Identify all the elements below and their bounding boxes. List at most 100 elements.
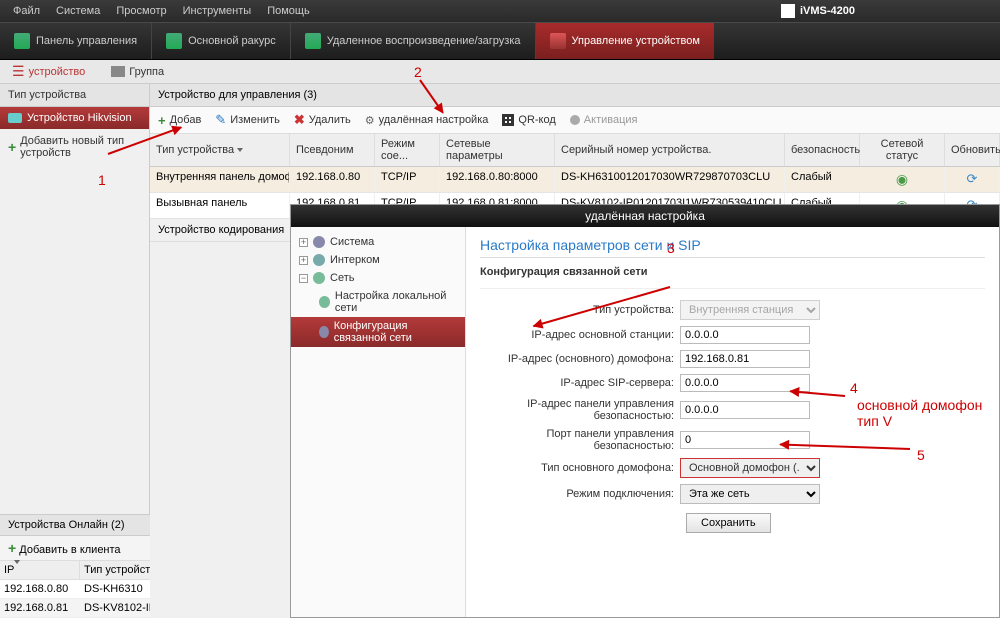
tab-label: Управление устройством xyxy=(572,35,700,47)
expand-icon[interactable]: + xyxy=(299,256,308,265)
playback-icon xyxy=(305,33,321,49)
gear-icon xyxy=(313,236,325,248)
tree-network[interactable]: − Сеть xyxy=(291,269,465,287)
lbl-device-type: Тип устройства: xyxy=(480,304,680,316)
btn-label: Активация xyxy=(584,114,638,126)
activate-icon xyxy=(570,115,580,125)
remote-tree: + Система + Интерком − Сеть Настройка локал… xyxy=(291,227,466,617)
gear-icon xyxy=(319,326,329,338)
lbl-mode: Режим подключения: xyxy=(480,488,680,500)
collapse-icon[interactable]: − xyxy=(299,274,308,283)
cell-net: 192.168.0.80:8000 xyxy=(440,167,555,192)
annotation-2: 2 xyxy=(414,64,422,80)
col-conn[interactable]: Режим сое... xyxy=(375,134,440,166)
col-label: IP xyxy=(4,564,14,576)
delete-icon: ✖ xyxy=(294,112,305,128)
btn-delete[interactable]: ✖ Удалить xyxy=(294,112,351,128)
sort-icon xyxy=(237,148,243,152)
content-header: Устройство для управления (3) xyxy=(150,84,1000,107)
lbl-door-ip: IP-адрес (основного) домофона: xyxy=(480,353,680,365)
plus-icon: + xyxy=(158,113,166,128)
annotation-4: 4 xyxy=(850,380,858,396)
lbl-sip-ip: IP-адрес SIP-сервера: xyxy=(480,377,680,389)
subtab-device[interactable]: ☰устройство xyxy=(6,60,91,83)
cell-type: Вызывная панель xyxy=(150,193,290,218)
col-status[interactable]: Сетевой статус xyxy=(860,134,945,166)
app-title-text: iVMS-4200 xyxy=(800,5,855,17)
btn-save[interactable]: Сохранить xyxy=(686,513,771,533)
col-serial[interactable]: Серийный номер устройства. xyxy=(555,134,785,166)
tree-linked-net[interactable]: Конфигурация связанной сети xyxy=(291,317,465,347)
annotation-1: 1 xyxy=(98,172,106,188)
lbl-sec-ip: IP-адрес панели управления безопасностью… xyxy=(480,398,680,422)
col-device-type[interactable]: Тип устройства xyxy=(150,134,290,166)
tree-label: Система xyxy=(330,236,374,248)
device-row[interactable]: Внутренняя панель домофона 192.168.0.80 … xyxy=(150,167,1000,193)
menu-view[interactable]: Просмотр xyxy=(108,2,174,20)
menu-tools[interactable]: Инструменты xyxy=(175,2,260,20)
col-security[interactable]: безопасность xyxy=(785,134,860,166)
online-ip: 192.168.0.80 xyxy=(0,580,80,598)
monitor-icon xyxy=(166,33,182,49)
qr-icon xyxy=(502,114,514,126)
sidebar-header: Тип устройства xyxy=(0,84,149,107)
menu-system[interactable]: Система xyxy=(48,2,108,20)
input-sec-port[interactable] xyxy=(680,431,810,449)
lbl-main-type: Тип основного домофона: xyxy=(480,462,680,474)
tab-label: Удаленное воспроизведение/загрузка xyxy=(327,35,521,47)
col-alias[interactable]: Псевдоним xyxy=(290,134,375,166)
tree-label: Интерком xyxy=(330,254,380,266)
select-device-type: Внутренняя станция xyxy=(680,300,820,320)
sidebar-item-hikvision[interactable]: Устройство Hikvision xyxy=(0,107,149,130)
content: Устройство для управления (3) +Добав ✎Из… xyxy=(150,84,1000,618)
col-refresh[interactable]: Обновить xyxy=(945,134,1000,166)
grid-icon xyxy=(14,33,30,49)
top-menu: Файл Система Просмотр Инструменты Помощь… xyxy=(0,0,1000,22)
btn-activate[interactable]: Активация xyxy=(570,114,638,126)
plus-icon: + xyxy=(8,139,16,155)
online-ip: 192.168.0.81 xyxy=(0,599,80,617)
annotation-3: 3 xyxy=(667,240,675,256)
expand-icon[interactable]: + xyxy=(299,238,308,247)
tree-intercom[interactable]: + Интерком xyxy=(291,251,465,269)
subtab-bar: ☰устройство Группа xyxy=(0,60,1000,84)
input-sec-ip[interactable] xyxy=(680,401,810,419)
btn-edit[interactable]: ✎ Изменить xyxy=(215,112,280,128)
sort-icon xyxy=(14,560,20,576)
tab-device-mgmt[interactable]: Управление устройством xyxy=(536,23,714,59)
server-icon: ☰ xyxy=(12,63,25,80)
device-toolbar: +Добав ✎Изменить ✖Удалить ⚙удалённая нас… xyxy=(150,107,1000,134)
cell-refresh[interactable]: ⟳ xyxy=(945,167,1000,192)
tree-local-net[interactable]: Настройка локальной сети xyxy=(291,287,465,317)
online-add-client[interactable]: + Добавить в клиента xyxy=(8,540,121,556)
menu-file[interactable]: Файл xyxy=(5,2,48,20)
col-ip[interactable]: IP xyxy=(0,561,80,579)
tab-playback[interactable]: Удаленное воспроизведение/загрузка xyxy=(291,23,536,59)
select-main-type[interactable]: Основной домофон (... xyxy=(680,458,820,478)
subtab-group[interactable]: Группа xyxy=(105,63,170,81)
lbl-sec-port: Порт панели управления безопасностью: xyxy=(480,428,680,452)
btn-label: Изменить xyxy=(230,114,280,126)
tree-label: Сеть xyxy=(330,272,354,284)
btn-remote-config[interactable]: ⚙удалённая настройка xyxy=(365,114,489,127)
status-ok-icon: ◉ xyxy=(896,171,908,187)
tree-system[interactable]: + Система xyxy=(291,233,465,251)
col-net[interactable]: Сетевые параметры xyxy=(440,134,555,166)
tab-main-view[interactable]: Основной ракурс xyxy=(152,23,291,59)
btn-label: удалённая настройка xyxy=(379,114,489,126)
plus-icon: + xyxy=(8,540,16,556)
cell-type: Внутренняя панель домофона xyxy=(150,167,290,192)
edit-icon: ✎ xyxy=(215,112,226,128)
tab-label: Панель управления xyxy=(36,35,137,47)
btn-label: Удалить xyxy=(309,114,351,126)
tab-control-panel[interactable]: Панель управления xyxy=(0,23,152,59)
sidebar: Тип устройства Устройство Hikvision +Доб… xyxy=(0,84,150,618)
select-mode[interactable]: Эта же сеть xyxy=(680,484,820,504)
cell-status: ◉ xyxy=(860,167,945,192)
input-door-ip[interactable] xyxy=(680,350,810,368)
btn-qr[interactable]: QR-код xyxy=(502,114,555,126)
input-main-ip[interactable] xyxy=(680,326,810,344)
lbl-main-ip: IP-адрес основной станции: xyxy=(480,329,680,341)
menu-help[interactable]: Помощь xyxy=(259,2,318,20)
online-add-label: Добавить в клиента xyxy=(19,544,120,556)
